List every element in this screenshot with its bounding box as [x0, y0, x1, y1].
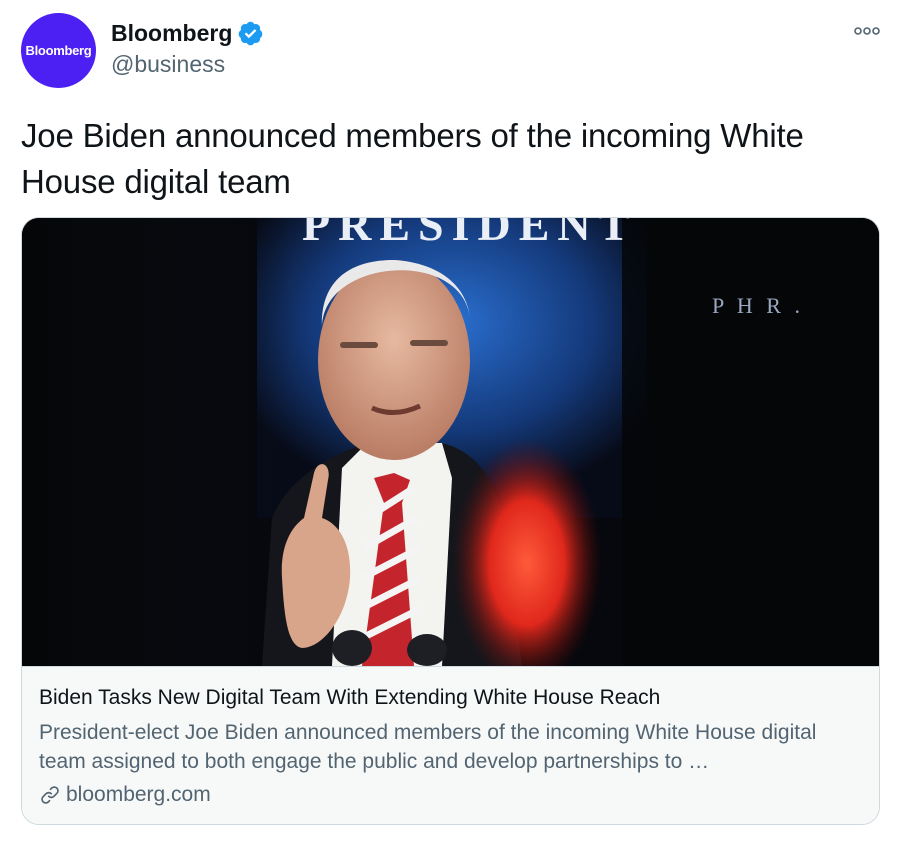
avatar[interactable]: Bloomberg — [21, 13, 96, 88]
card-title[interactable]: Biden Tasks New Digital Team With Extend… — [39, 684, 861, 712]
verified-badge-icon — [239, 21, 263, 46]
card-photo: PRESIDENT P H R . — [22, 218, 879, 666]
tweet-text: Joe Biden announced members of the incom… — [21, 117, 804, 200]
card-body[interactable]: Biden Tasks New Digital Team With Extend… — [22, 666, 879, 824]
link-icon — [41, 786, 59, 804]
card-image[interactable]: PRESIDENT P H R . — [22, 218, 879, 666]
image-sign-text: PRESIDENT — [302, 218, 637, 250]
author-display-name[interactable]: Bloomberg — [111, 20, 232, 47]
card-domain-row[interactable]: bloomberg.com — [39, 782, 861, 808]
image-sign-subtext: P H R . — [712, 293, 804, 318]
more-options-icon[interactable] — [854, 24, 880, 38]
card-description: President-elect Joe Biden announced memb… — [39, 721, 817, 773]
card-domain[interactable]: bloomberg.com — [66, 782, 211, 808]
avatar-logo-text: Bloomberg — [25, 43, 92, 58]
link-card[interactable]: PRESIDENT P H R . Biden Tasks New Digita… — [21, 217, 880, 825]
tweet: Bloomberg Bloomberg @business Joe Biden … — [0, 0, 900, 843]
author-handle[interactable]: @business — [111, 51, 225, 78]
author-name-row: Bloomberg — [111, 20, 264, 47]
